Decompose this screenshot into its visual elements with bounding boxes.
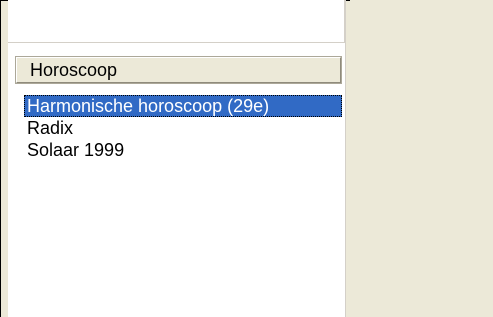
panel-divider — [345, 0, 346, 317]
list-item-label: Solaar 1999 — [27, 140, 125, 160]
top-input-box[interactable] — [8, 0, 345, 43]
list-item-label: Harmonische horoscoop (29e) — [27, 96, 270, 116]
list-header-label: Horoscoop — [30, 60, 118, 80]
list-header-horoscoop[interactable]: Horoscoop — [15, 56, 342, 84]
list-item-solaar-1999[interactable]: Solaar 1999 — [24, 139, 342, 161]
horoscope-list[interactable]: Harmonische horoscoop (29e) Radix Solaar… — [24, 95, 342, 161]
list-item-label: Radix — [27, 118, 74, 138]
right-panel — [350, 0, 493, 317]
list-item-radix[interactable]: Radix — [24, 117, 342, 139]
list-item-harmonische-horoscoop[interactable]: Harmonische horoscoop (29e) — [24, 95, 342, 117]
